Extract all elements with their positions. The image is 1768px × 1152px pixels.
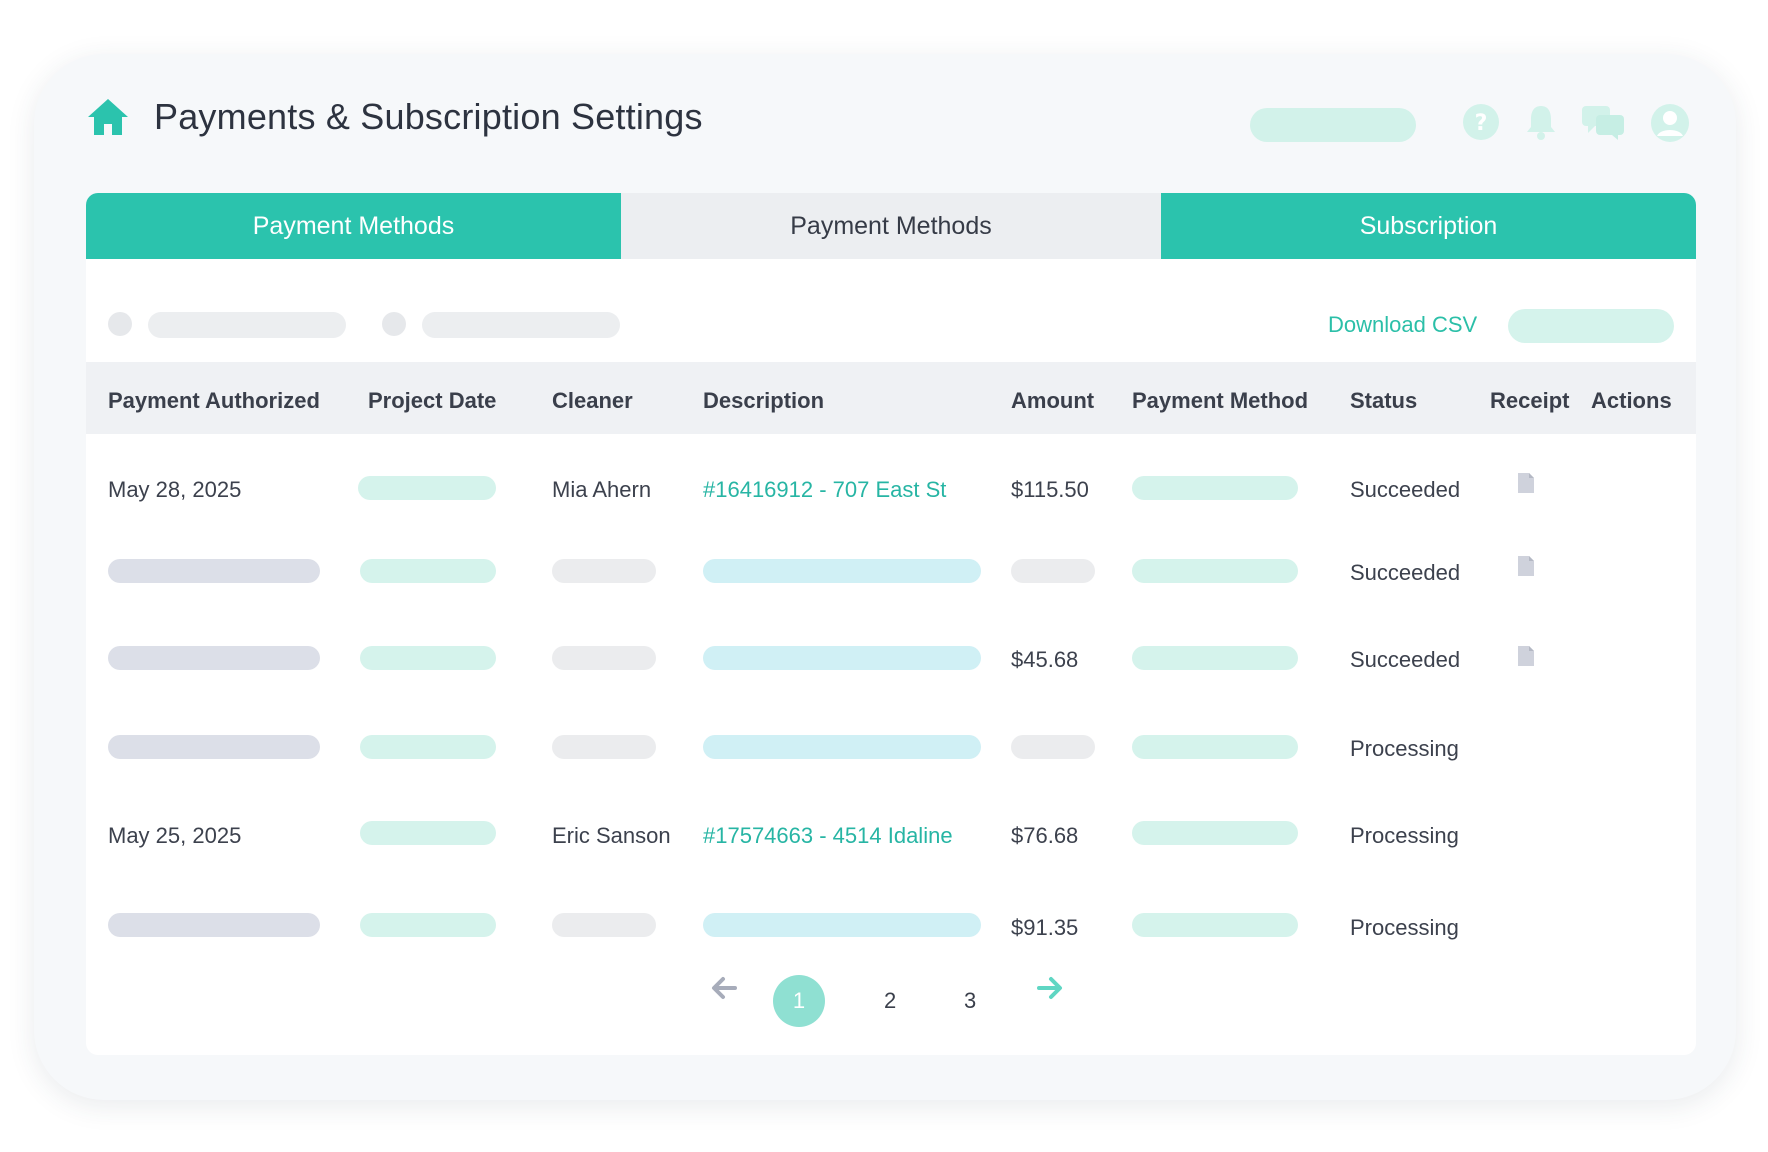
col-payment-method[interactable]: Payment Method bbox=[1132, 388, 1308, 414]
page-button-2[interactable]: 2 bbox=[884, 988, 896, 1014]
svg-text:?: ? bbox=[1475, 111, 1488, 136]
cell-amount: $45.68 bbox=[1011, 647, 1079, 672]
skeleton-project-date bbox=[360, 559, 496, 583]
cell-status: Processing bbox=[1350, 915, 1459, 940]
skeleton-cleaner bbox=[552, 735, 656, 759]
receipt-icon[interactable] bbox=[1517, 555, 1535, 577]
help-icon[interactable]: ? bbox=[1462, 103, 1500, 141]
tab-subscription[interactable]: Subscription bbox=[1161, 193, 1696, 259]
skeleton-description bbox=[703, 646, 981, 670]
skeleton-payment-authorized bbox=[108, 646, 320, 670]
cell-status: Succeeded bbox=[1350, 647, 1461, 672]
tab-payment-methods-2[interactable]: Payment Methods bbox=[621, 193, 1161, 259]
cell-description-link[interactable]: #16416912 - 707 East St bbox=[703, 477, 946, 503]
bell-icon[interactable] bbox=[1524, 103, 1558, 141]
chat-icon[interactable] bbox=[1580, 103, 1626, 141]
csv-skeleton-pill bbox=[1508, 309, 1674, 343]
skeleton-amount bbox=[1011, 735, 1095, 759]
filter-skeleton bbox=[422, 312, 620, 338]
col-project-date[interactable]: Project Date bbox=[368, 388, 496, 414]
col-amount[interactable]: Amount bbox=[1011, 388, 1094, 414]
skeleton-payment-method bbox=[1132, 913, 1298, 937]
skeleton-project-date bbox=[360, 646, 496, 670]
cell-amount: $115.50 bbox=[1011, 477, 1089, 502]
user-icon[interactable] bbox=[1650, 103, 1690, 143]
cell-status: Processing bbox=[1350, 736, 1459, 761]
tab-bar: Payment Methods Payment Methods Subscrip… bbox=[86, 193, 1696, 259]
cell-payment-authorized: May 25, 2025 bbox=[108, 823, 242, 848]
header-skeleton-pill bbox=[1250, 108, 1416, 142]
download-csv-link[interactable]: Download CSV bbox=[1328, 312, 1477, 338]
receipt-icon[interactable] bbox=[1517, 645, 1535, 667]
cell-status: Succeeded bbox=[1350, 560, 1461, 585]
cell-status: Succeeded bbox=[1350, 477, 1461, 502]
page-header: Payments & Subscription Settings bbox=[86, 96, 703, 138]
col-cleaner[interactable]: Cleaner bbox=[552, 388, 633, 414]
home-icon[interactable] bbox=[86, 97, 130, 137]
arrow-left-icon[interactable] bbox=[711, 976, 737, 1000]
page-button-1[interactable]: 1 bbox=[773, 975, 825, 1027]
skeleton-project-date bbox=[360, 821, 496, 845]
filter-skeleton-dot bbox=[108, 312, 132, 336]
skeleton-payment-method bbox=[1132, 821, 1298, 845]
arrow-right-icon[interactable] bbox=[1037, 976, 1063, 1000]
cell-amount: $76.68 bbox=[1011, 823, 1079, 848]
cell-description-link[interactable]: #17574663 - 4514 Idaline bbox=[703, 823, 953, 849]
skeleton-payment-method bbox=[1132, 476, 1298, 500]
tab-payment-methods-1[interactable]: Payment Methods bbox=[86, 193, 621, 259]
skeleton-description bbox=[703, 559, 981, 583]
col-receipt[interactable]: Receipt bbox=[1490, 388, 1569, 414]
skeleton-payment-method bbox=[1132, 559, 1298, 583]
page-button-3[interactable]: 3 bbox=[964, 988, 976, 1014]
receipt-icon[interactable] bbox=[1517, 472, 1535, 494]
filter-skeleton bbox=[148, 312, 346, 338]
skeleton-payment-method bbox=[1132, 735, 1298, 759]
cell-status: Processing bbox=[1350, 823, 1459, 848]
page-title: Payments & Subscription Settings bbox=[154, 96, 703, 137]
cell-amount: $91.35 bbox=[1011, 915, 1079, 940]
col-description[interactable]: Description bbox=[703, 388, 824, 414]
cell-payment-authorized: May 28, 2025 bbox=[108, 477, 242, 502]
col-payment-authorized[interactable]: Payment Authorized bbox=[108, 388, 320, 414]
skeleton-project-date bbox=[360, 735, 496, 759]
skeleton-amount bbox=[1011, 559, 1095, 583]
skeleton-cleaner bbox=[552, 559, 656, 583]
table-header bbox=[86, 362, 1696, 434]
col-actions[interactable]: Actions bbox=[1591, 388, 1672, 414]
col-status[interactable]: Status bbox=[1350, 388, 1417, 414]
skeleton-payment-authorized bbox=[108, 735, 320, 759]
filter-skeleton-dot bbox=[382, 312, 406, 336]
skeleton-payment-method bbox=[1132, 646, 1298, 670]
skeleton-payment-authorized bbox=[108, 559, 320, 583]
skeleton-description bbox=[703, 913, 981, 937]
skeleton-payment-authorized bbox=[108, 913, 320, 937]
skeleton-project-date bbox=[358, 476, 496, 500]
skeleton-cleaner bbox=[552, 646, 656, 670]
skeleton-description bbox=[703, 735, 981, 759]
skeleton-project-date bbox=[360, 913, 496, 937]
skeleton-cleaner bbox=[552, 913, 656, 937]
cell-cleaner: Mia Ahern bbox=[552, 477, 652, 502]
cell-cleaner: Eric Sanson bbox=[552, 823, 671, 848]
